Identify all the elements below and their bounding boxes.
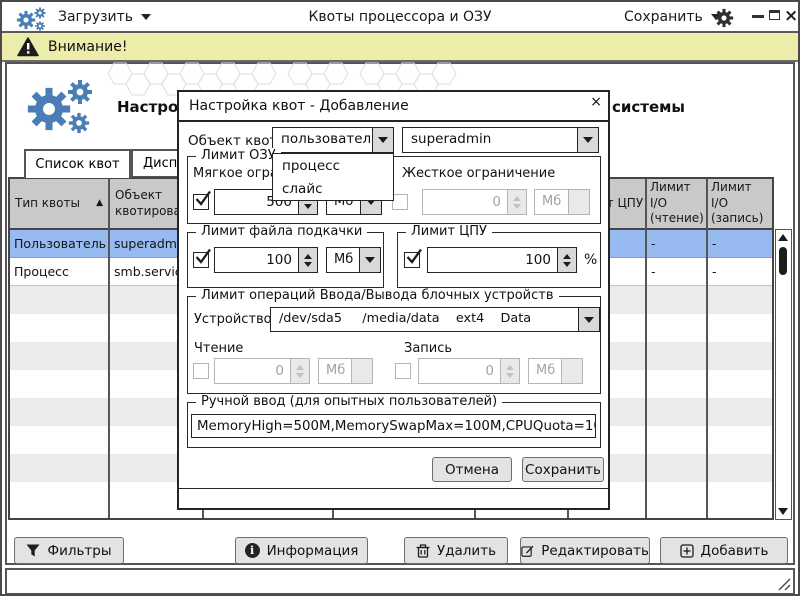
tab-quota-list[interactable]: Список квот [24,149,131,178]
minimize-button[interactable] [752,15,764,18]
dialog-title-bar: Настройка квот - Добавление × [179,92,608,122]
dialog-footer-divider [179,488,608,489]
trash-icon [416,543,430,558]
quota-settings-dialog: Настройка квот - Добавление × Объект кво… [177,90,610,510]
gears-logo [26,76,96,140]
resize-grip-icon[interactable] [775,575,791,591]
dialog-close-icon[interactable]: × [590,94,602,110]
swap-limit-spinner[interactable]: 100 [214,247,318,273]
info-icon: i [245,543,260,558]
read-limit-checkbox[interactable] [193,363,209,379]
info-button[interactable]: i Информация [235,537,368,564]
manual-input-group: Ручной ввод (для опытных пользователей) [187,402,601,448]
cpu-limit-legend: Лимит ЦПУ [406,224,492,239]
edit-pencil-icon [521,543,534,558]
status-bar [5,568,795,595]
hard-limit-unit-select[interactable]: Мб [534,189,590,215]
close-button[interactable]: × [784,8,798,25]
option-process[interactable]: процесс [273,154,393,177]
soft-limit-checkbox[interactable] [193,194,209,210]
swap-limit-legend: Лимит файла подкачки [196,224,367,239]
checkmark-icon [195,249,211,265]
spinner-arrows-icon [500,359,519,383]
dropdown-arrow-icon [568,190,589,214]
checkmark-icon [195,191,211,207]
quota-target-select[interactable]: superadmin [402,127,599,153]
read-limit-spinner[interactable]: 0 [214,358,310,384]
dropdown-arrow-icon[interactable] [359,248,380,272]
table-vertical-scrollbar[interactable] [775,229,792,520]
quota-object-value: пользователь [273,128,372,152]
dropdown-arrow-icon [351,359,372,383]
manual-input-legend: Ручной ввод (для опытных пользователей) [196,394,502,409]
cancel-button[interactable]: Отмена [432,457,512,482]
filter-funnel-icon [26,544,40,557]
quota-object-droplist: процесс слайс [272,153,394,201]
spinner-arrows-icon[interactable] [557,248,576,272]
scrollbar-thumb[interactable] [779,247,787,275]
cpu-limit-group: Лимит ЦПУ 100 % [397,232,601,288]
quota-object-select[interactable]: пользователь [272,127,394,153]
filters-button[interactable]: Фильтры [14,537,124,564]
warning-text: Внимание! [48,39,127,55]
read-label: Чтение [194,341,243,356]
write-limit-spinner[interactable]: 0 [418,358,520,384]
write-limit-unit-select[interactable]: Мб [528,358,583,384]
cpu-limit-checkbox[interactable] [404,252,420,268]
scroll-down-icon[interactable] [778,508,788,515]
write-label: Запись [404,341,452,356]
write-limit-checkbox[interactable] [395,363,411,379]
cpu-limit-spinner[interactable]: 100 [427,247,577,273]
dropdown-arrow-icon[interactable] [578,308,599,331]
delete-button[interactable]: Удалить [404,537,508,564]
dialog-title: Настройка квот - Добавление [189,98,409,114]
warning-bar: Внимание! [2,33,798,62]
save-menu-label: Сохранить [624,9,703,25]
hard-limit-spinner[interactable]: 0 [422,189,527,215]
dropdown-arrow-icon[interactable] [372,128,393,152]
io-limit-legend: Лимит операций Ввода/Вывода блочных устр… [196,288,559,303]
swap-limit-unit-select[interactable]: Мб [326,247,381,273]
read-limit-unit-select[interactable]: Мб [318,358,373,384]
option-slice[interactable]: слайс [273,177,393,200]
swap-limit-group: Лимит файла подкачки 100 Мб [187,232,384,288]
quota-target-value: superadmin [403,128,577,152]
device-value: /dev/sda5 /media/data ext4 Data [271,308,578,331]
swap-limit-checkbox[interactable] [193,252,209,268]
dropdown-arrow-icon [561,359,582,383]
app-window: Загрузить Квоты процессора и ОЗУ Сохрани… [0,0,800,596]
save-button[interactable]: Сохранить [522,457,604,482]
manual-input-field[interactable] [191,414,596,438]
spinner-arrows-icon[interactable] [298,248,317,272]
plus-square-icon [680,544,694,558]
ram-limit-legend: Лимит ОЗУ [196,148,281,163]
maximize-button[interactable] [769,10,780,20]
hard-limit-label: Жесткое ограничение [402,166,555,181]
device-select[interactable]: /dev/sda5 /media/data ext4 Data [270,307,600,332]
edit-button[interactable]: Редактировать [520,537,650,564]
spinner-arrows-icon [290,359,309,383]
dropdown-arrow-icon[interactable] [577,128,598,152]
cpu-percent-label: % [584,252,597,268]
title-bar: Загрузить Квоты процессора и ОЗУ Сохрани… [2,2,798,33]
scroll-up-icon[interactable] [778,234,788,241]
page-title-right: системы [612,98,685,116]
save-menu-button[interactable]: Сохранить [624,9,721,25]
settings-gear-icon[interactable] [714,8,734,28]
io-limit-group: Лимит операций Ввода/Вывода блочных устр… [187,296,601,394]
hard-limit-checkbox[interactable] [392,194,408,210]
checkmark-icon [406,249,422,265]
ram-limit-group: Лимит ОЗУ Мягкое ограничение 500 Мб Жест… [187,156,601,224]
tab-quota-list-label: Список квот [35,157,119,172]
device-label: Устройство: [194,312,276,327]
warning-triangle-icon [17,37,39,57]
spinner-arrows-icon [507,190,526,214]
add-button[interactable]: Добавить [660,537,788,564]
